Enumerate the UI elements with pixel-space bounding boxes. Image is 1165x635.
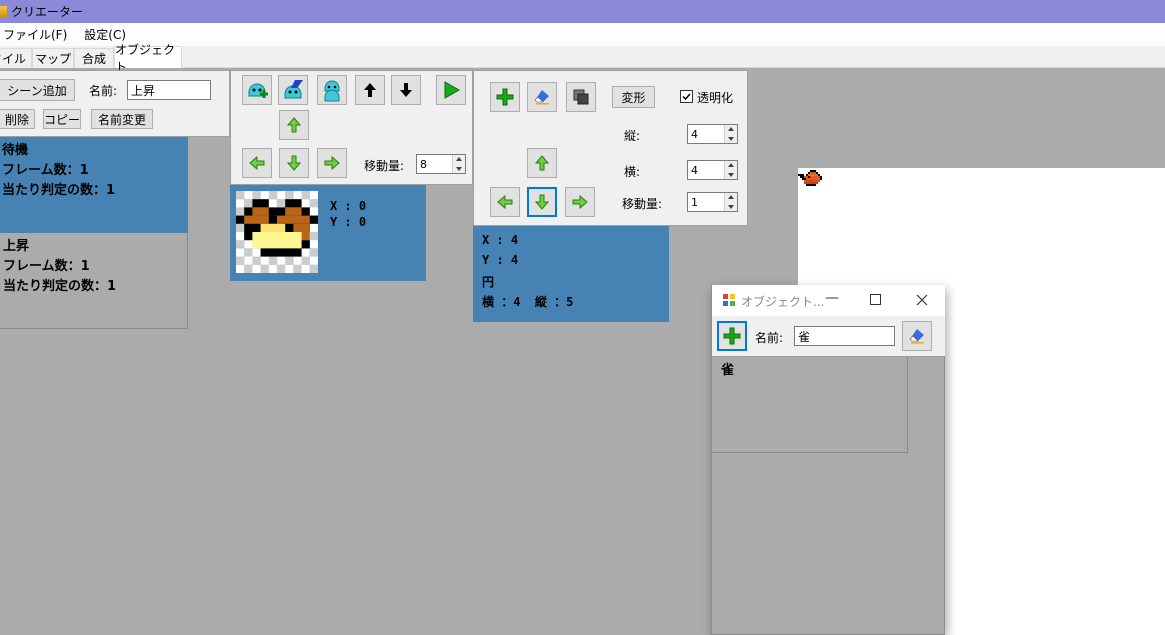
width-stepper[interactable]: 4: [687, 160, 738, 180]
hitbox-card[interactable]: X : 4 Y : 4 円 横 ：4 縦 ：5: [473, 226, 669, 322]
height-label: 縦:: [624, 129, 641, 143]
scene-name-input[interactable]: 上昇: [127, 80, 211, 100]
sparrow-sprite: [798, 170, 822, 186]
transparent-checkbox[interactable]: [680, 90, 693, 103]
hitbox-x: X : 4: [482, 233, 519, 247]
rename-scene-button[interactable]: 名前変更: [91, 109, 153, 129]
scene-hitboxes: 当たり判定の数：1: [3, 279, 117, 294]
tab-compose[interactable]: 合成: [74, 48, 114, 68]
stepper-arrows-icon[interactable]: [724, 161, 737, 179]
hitbox-left-icon[interactable]: [490, 187, 520, 217]
hitbox-down-icon[interactable]: [527, 187, 557, 217]
scene-frames: フレーム数：1: [3, 259, 90, 274]
play-icon[interactable]: [436, 75, 466, 105]
scene-frames: フレーム数：1: [2, 163, 89, 178]
object-item-name: 雀: [721, 363, 735, 378]
scene-card[interactable]: 待機 フレーム数：1 当たり判定の数：1: [0, 137, 188, 233]
hitbox-move-label: 移動量:: [622, 197, 663, 211]
maximize-icon[interactable]: [870, 294, 881, 305]
plus-icon[interactable]: [490, 82, 520, 112]
hitbox-size: 横 ：4 縦 ：5: [482, 295, 574, 309]
tab-object[interactable]: オブジェクト: [114, 43, 182, 74]
window-app-icon: [723, 294, 735, 306]
transparent-label: 透明化: [697, 91, 734, 105]
scene-card[interactable]: 上昇 フレーム数：1 当たり判定の数：1: [0, 233, 188, 329]
add-object-icon[interactable]: [717, 321, 747, 351]
object-window-toolbar: 名前: 雀: [712, 316, 945, 357]
hitbox-move-stepper[interactable]: 1: [687, 192, 738, 212]
check-icon: [682, 93, 691, 101]
height-stepper[interactable]: 4: [687, 124, 738, 144]
app-icon: [0, 5, 7, 18]
frame-erase-icon[interactable]: [278, 75, 308, 105]
object-window: オブジェクト... — 名前: 雀 雀: [711, 285, 945, 635]
arrow-down-icon[interactable]: [391, 75, 421, 105]
window-title: クリエーター: [11, 5, 84, 19]
tab-tile[interactable]: タイル: [0, 48, 32, 68]
move-down-icon[interactable]: [279, 148, 309, 178]
frame-panel: 移動量: 8: [230, 70, 473, 185]
close-icon[interactable]: [916, 294, 928, 306]
scene-name: 待機: [2, 143, 29, 158]
object-name-label: 名前:: [755, 331, 784, 345]
object-list-item[interactable]: 雀: [712, 357, 908, 453]
stepper-arrows-icon[interactable]: [724, 125, 737, 143]
tab-tile-label: タイル: [0, 52, 26, 66]
hitbox-panel: 変形 透明化 縦: 4 横: 4 移動量: 1: [473, 70, 748, 226]
scene-name: 上昇: [3, 239, 30, 254]
frame-add-icon[interactable]: [242, 75, 272, 105]
frame-x: X : 0: [330, 199, 367, 213]
delete-object-icon[interactable]: [902, 321, 932, 351]
width-value: 4: [691, 163, 698, 177]
scene-name-label: 名前:: [89, 84, 118, 98]
copy-scene-button[interactable]: コピー: [43, 109, 81, 129]
eraser-icon[interactable]: [527, 82, 557, 112]
title-bar: クリエーター: [0, 0, 1165, 23]
frame-copy-icon[interactable]: [317, 75, 347, 105]
hitbox-right-icon[interactable]: [565, 187, 595, 217]
tab-map[interactable]: マップ: [32, 48, 74, 68]
stepper-arrows-icon[interactable]: [452, 155, 465, 173]
delete-scene-button[interactable]: 削除: [0, 109, 35, 129]
stepper-arrows-icon[interactable]: [724, 193, 737, 211]
hitbox-move-value: 1: [691, 195, 698, 209]
add-scene-button[interactable]: シーン追加: [0, 79, 75, 101]
object-window-titlebar: オブジェクト... —: [712, 285, 945, 316]
scene-hitboxes: 当たり判定の数：1: [2, 183, 116, 198]
scene-panel: シーン追加 名前: 上昇 削除 コピー 名前変更: [0, 70, 230, 137]
hitbox-up-icon[interactable]: [527, 148, 557, 178]
object-window-title: オブジェクト...: [741, 295, 825, 309]
width-label: 横:: [624, 165, 641, 179]
menu-file[interactable]: ファイル(F): [3, 26, 67, 43]
hitbox-shape: 円: [482, 275, 495, 289]
hitbox-y: Y : 4: [482, 253, 519, 267]
transform-button[interactable]: 変形: [612, 86, 655, 108]
minimize-icon[interactable]: —: [825, 290, 839, 306]
duplicate-icon[interactable]: [566, 82, 596, 112]
sprite-thumbnail: [236, 191, 318, 273]
arrow-up-icon[interactable]: [355, 75, 385, 105]
move-left-icon[interactable]: [242, 148, 272, 178]
frame-y: Y : 0: [330, 215, 367, 229]
tab-strip: タイル マップ 合成 オブジェクト: [0, 43, 1165, 74]
object-name-input[interactable]: 雀: [794, 326, 895, 346]
height-value: 4: [691, 127, 698, 141]
move-up-icon[interactable]: [279, 110, 309, 140]
frame-move-stepper[interactable]: 8: [416, 154, 466, 174]
frame-move-value: 8: [420, 157, 427, 171]
move-right-icon[interactable]: [317, 148, 347, 178]
frame-move-label: 移動量:: [364, 159, 405, 173]
frame-card[interactable]: X : 0 Y : 0: [230, 185, 426, 281]
